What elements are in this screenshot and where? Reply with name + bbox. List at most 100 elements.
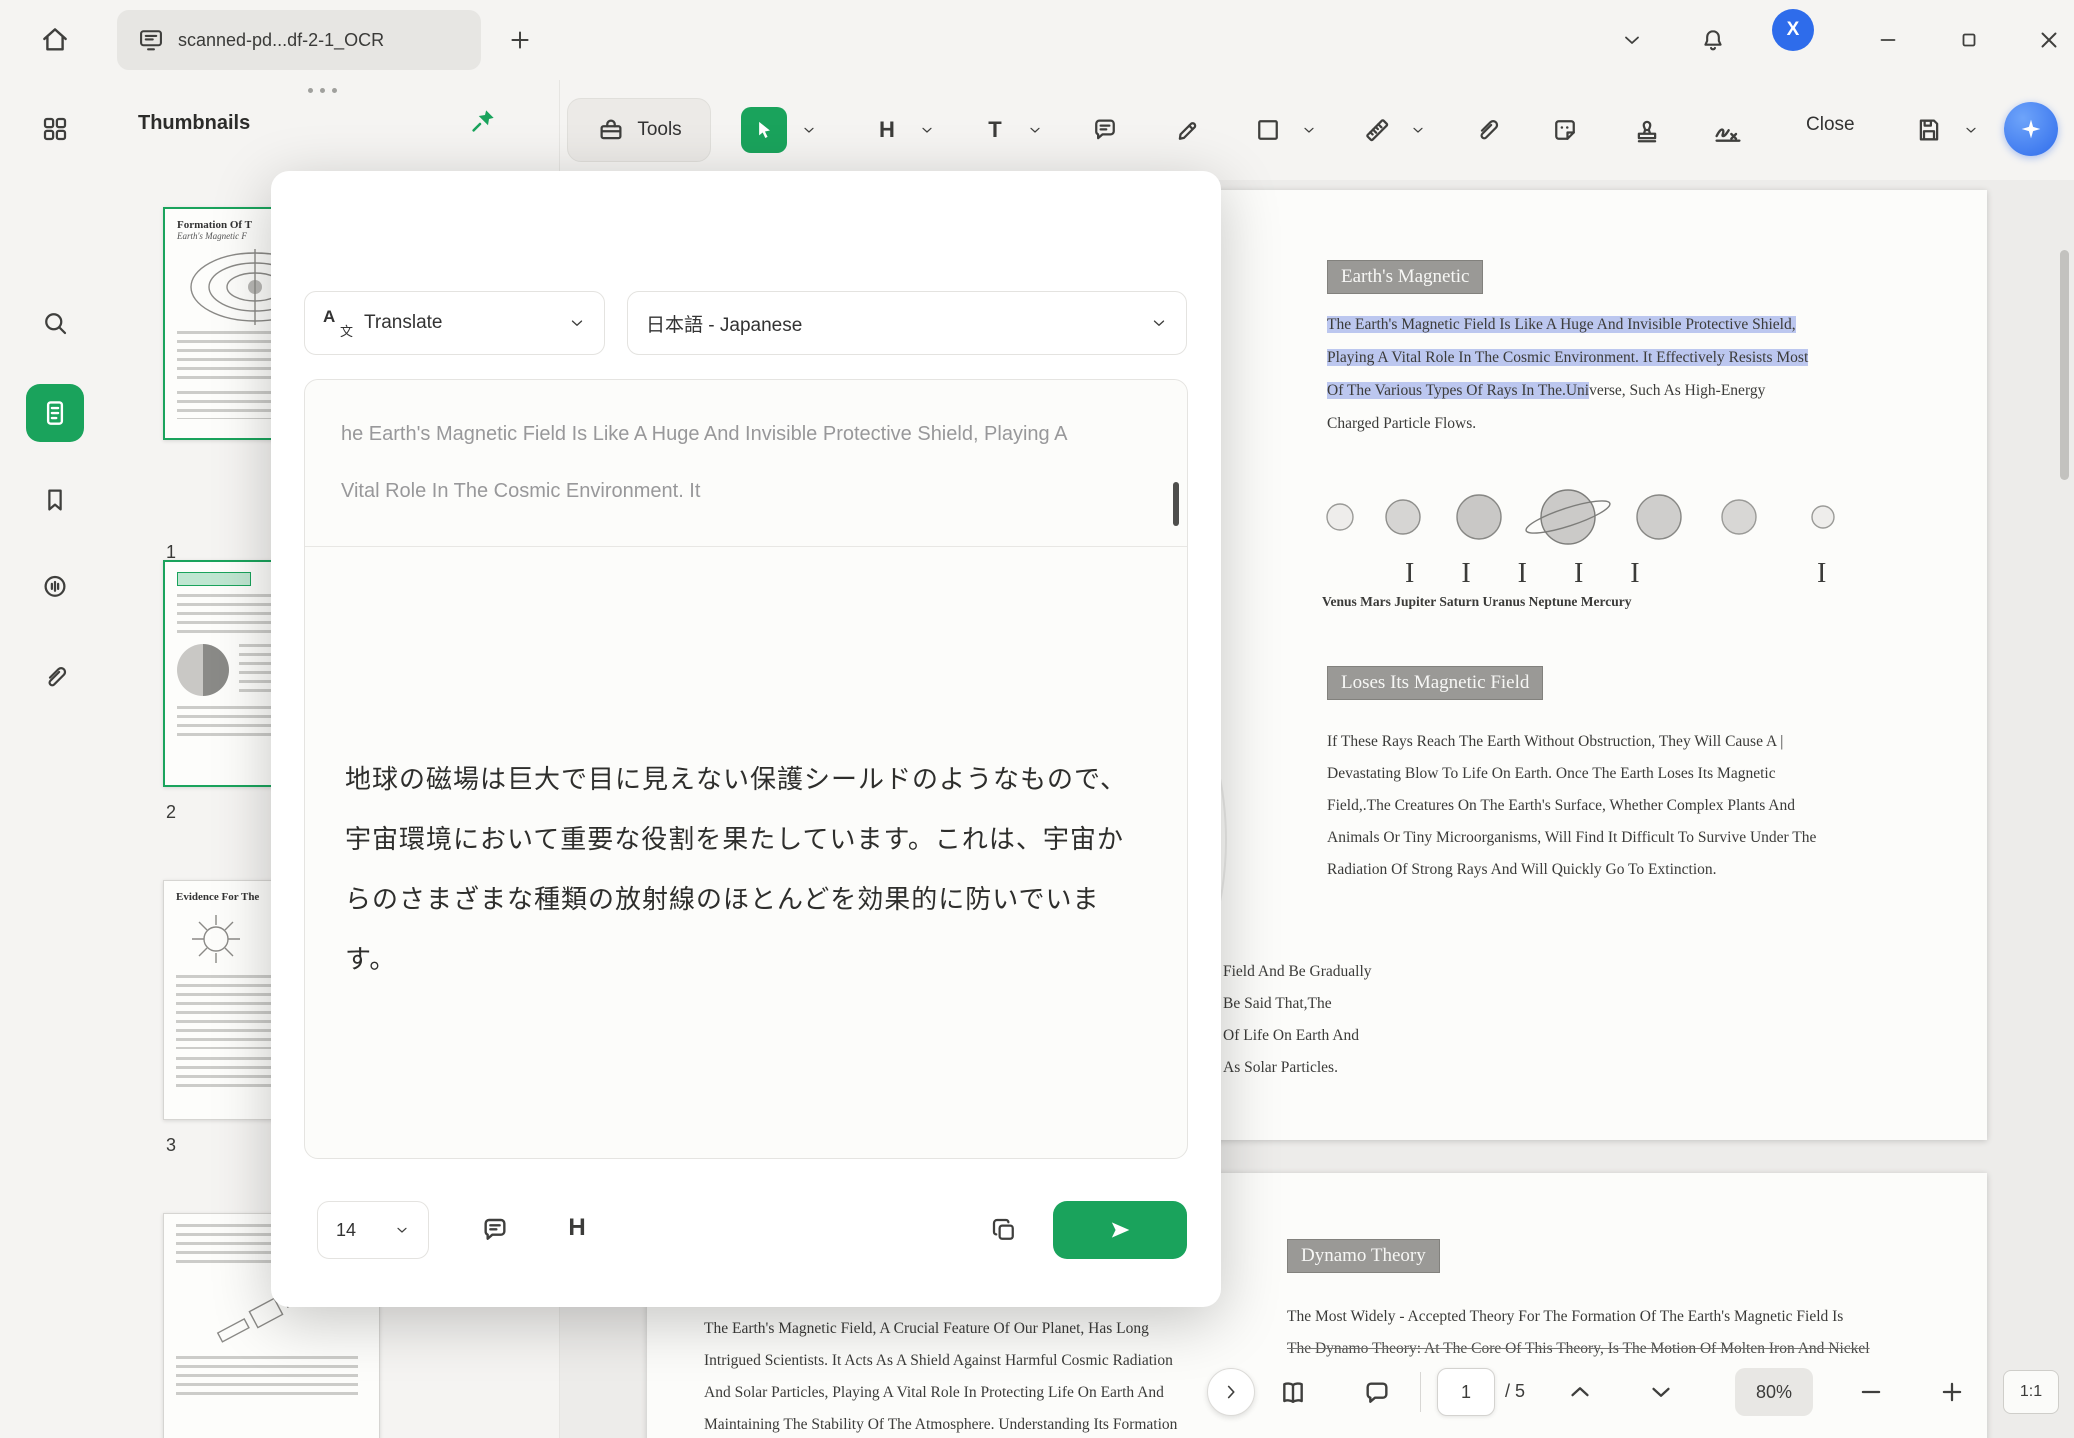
next-page-button[interactable] [1646, 1377, 1676, 1407]
thumb3-sun-diagram [180, 907, 270, 971]
selected-text-line2: Playing A Vital Role In The Cosmic Envir… [1327, 349, 1808, 366]
new-tab-button[interactable] [498, 18, 542, 62]
tools-button[interactable]: Tools [567, 98, 711, 162]
document-icon [40, 398, 70, 428]
source-scrollbar[interactable] [1173, 482, 1179, 526]
sidebar-attachments-button[interactable] [33, 655, 77, 699]
save-icon [1914, 115, 1944, 145]
dialog-close-button[interactable] [1147, 211, 1181, 245]
textarea-divider [305, 546, 1187, 547]
heading-tool-button[interactable]: H [866, 109, 908, 151]
document-tab[interactable]: scanned-pd...df-2-1_OCR [117, 10, 481, 70]
page2-left-paragraph[interactable]: The Earth's Magnetic Field, A Crucial Fe… [704, 1313, 1177, 1438]
zoom-level-button[interactable]: 80% [1735, 1368, 1813, 1416]
ruler-icon [1362, 115, 1392, 145]
signature-tool-button[interactable] [1707, 109, 1749, 151]
notifications-button[interactable] [1691, 18, 1735, 62]
actual-size-button[interactable]: 1:1 [2003, 1370, 2059, 1414]
voice-icon [40, 572, 70, 602]
shape-tool-button[interactable] [1247, 109, 1289, 151]
ocr-ibeam-single: I [1817, 558, 1826, 590]
plus-icon [507, 27, 533, 53]
zoom-out-button[interactable] [1856, 1377, 1886, 1407]
page-number-input[interactable] [1437, 1368, 1495, 1416]
close-tools-label: Close [1806, 114, 1855, 135]
pin-panel-button[interactable] [468, 106, 498, 136]
heading-glyph-icon: H [568, 1214, 585, 1242]
measure-tool-button[interactable] [1356, 109, 1398, 151]
page1-heading-text: Earth's Magnetic [1341, 266, 1469, 287]
planet-neptune [1722, 500, 1756, 534]
sticker-icon [1550, 115, 1580, 145]
pin-icon [468, 106, 498, 136]
language-label: 日本語 - Japanese [646, 310, 802, 337]
measure-tool-chevron[interactable] [1409, 121, 1427, 139]
close-tools-button[interactable]: Close [1806, 114, 1855, 136]
mode-dropdown[interactable]: A 文 Translate [304, 291, 605, 355]
page2-heading-text: Dynamo Theory [1301, 1245, 1426, 1266]
expand-nav-button[interactable] [1207, 1368, 1255, 1416]
planet-diagram[interactable] [1320, 468, 1840, 568]
chevron-right-icon [1220, 1381, 1242, 1403]
comment-tool-button[interactable] [1084, 109, 1126, 151]
dialog-heading-button[interactable]: H [560, 1211, 594, 1245]
translation-textarea[interactable]: he Earth's Magnetic Field Is Like A Huge… [304, 379, 1188, 1159]
app-window: scanned-pd...df-2-1_OCR X [0, 0, 2074, 1438]
translate-icon: A 文 [323, 309, 351, 337]
maximize-icon [1957, 28, 1981, 52]
sidebar-search-button[interactable] [33, 301, 77, 345]
sticker-tool-button[interactable] [1544, 109, 1586, 151]
tab-label: scanned-pd...df-2-1_OCR [178, 30, 384, 51]
page-layout-button[interactable] [1277, 1377, 1309, 1409]
planet-mars [1386, 500, 1420, 534]
window-menu-button[interactable] [1610, 18, 1654, 62]
dialog-comment-button[interactable] [478, 1213, 512, 1247]
save-chevron[interactable] [1962, 121, 1980, 139]
heading-tool-chevron[interactable] [918, 121, 936, 139]
book-view-icon [1277, 1377, 1309, 1409]
page-total-label: / 5 [1505, 1381, 1525, 1402]
shape-tool-chevron[interactable] [1300, 121, 1318, 139]
home-button[interactable] [33, 18, 77, 62]
annotations-list-button[interactable] [1361, 1377, 1393, 1409]
translated-text[interactable]: 地球の磁場は巨大で目に見えない保護シールドのようなもので、宇宙環境において重要な… [305, 716, 1187, 1024]
page1-paragraph-2[interactable]: If These Rays Reach The Earth Without Ob… [1327, 726, 1816, 886]
page1-paragraph-1[interactable]: The Earth's Magnetic Field Is Like A Hug… [1327, 308, 1808, 440]
tools-label: Tools [637, 119, 681, 141]
text-tool-chevron[interactable] [1026, 121, 1044, 139]
maximize-button[interactable] [1947, 18, 1991, 62]
previous-page-button[interactable] [1565, 1377, 1595, 1407]
viewer-scrollbar[interactable] [2060, 250, 2069, 480]
page2-line1: The Most Widely - Accepted Theory For Th… [1287, 1301, 1843, 1333]
panel-drag-handle[interactable] [308, 88, 337, 93]
attach-tool-button[interactable] [1466, 109, 1508, 151]
chevron-down-icon [1646, 1377, 1676, 1407]
user-avatar[interactable]: X [1772, 9, 1814, 51]
sidebar-voice-button[interactable] [33, 565, 77, 609]
thumb3-number: 3 [166, 1135, 176, 1156]
translate-submit-button[interactable] [1053, 1201, 1187, 1259]
save-button[interactable] [1908, 109, 1950, 151]
dialog-copy-button[interactable] [987, 1213, 1021, 1247]
close-window-button[interactable] [2027, 18, 2071, 62]
page1-heading[interactable]: Earth's Magnetic [1327, 260, 1483, 294]
ai-assistant-button[interactable] [2004, 102, 2058, 156]
minimize-button[interactable] [1866, 18, 1910, 62]
sidebar-apps-button[interactable] [33, 107, 77, 151]
sidebar-bookmarks-button[interactable] [33, 478, 77, 522]
page1-clipped-paragraph[interactable]: Field And Be Gradually Be Said That,The … [1223, 956, 1372, 1084]
select-tool-chevron[interactable] [800, 121, 818, 139]
select-tool-button[interactable] [741, 107, 787, 153]
page1-heading-2[interactable]: Loses Its Magnetic Field [1327, 666, 1543, 700]
cursor-icon [751, 117, 777, 143]
language-dropdown[interactable]: 日本語 - Japanese [627, 291, 1187, 355]
page2-heading[interactable]: Dynamo Theory [1287, 1239, 1440, 1273]
source-text[interactable]: he Earth's Magnetic Field Is Like A Huge… [305, 380, 1187, 546]
zoom-in-button[interactable] [1937, 1377, 1967, 1407]
font-size-dropdown[interactable]: 14 [317, 1201, 429, 1259]
stamp-tool-button[interactable] [1626, 109, 1668, 151]
highlighter-tool-button[interactable] [1167, 109, 1209, 151]
sidebar-thumbnails-button[interactable] [26, 384, 84, 442]
text-tool-button[interactable]: T [974, 109, 1016, 151]
chevron-down-icon [1620, 28, 1644, 52]
